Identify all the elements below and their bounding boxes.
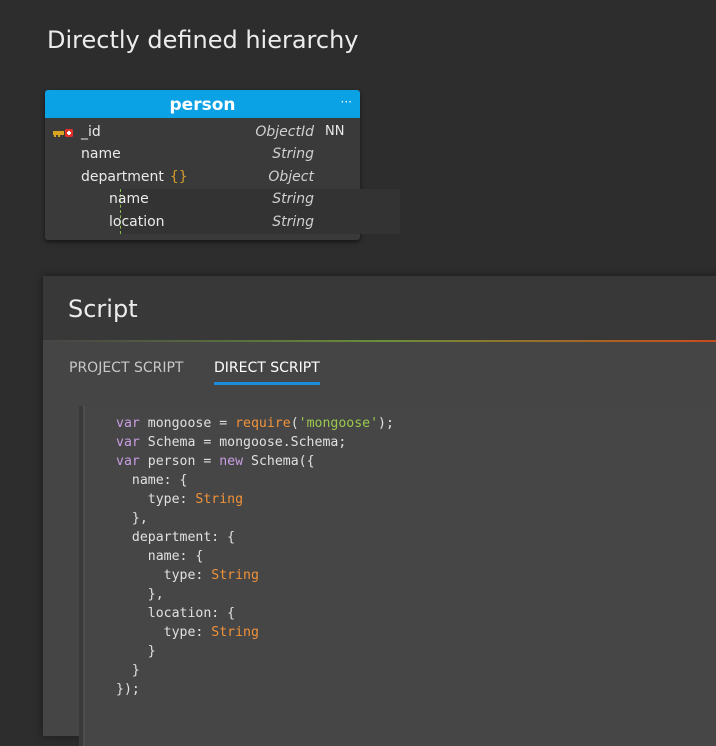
code-line: type: String xyxy=(116,492,244,507)
code-block[interactable]: var mongoose = require('mongoose'); var … xyxy=(116,414,394,699)
field-row-name[interactable]: name String xyxy=(45,143,360,165)
entity-title: person xyxy=(169,95,236,115)
more-options-icon[interactable]: ··· xyxy=(341,94,352,110)
code-line: department: { xyxy=(116,530,236,545)
script-header: Script xyxy=(43,276,716,340)
entity-header[interactable]: person ··· xyxy=(45,90,360,118)
tab-direct-script[interactable]: DIRECT SCRIPT xyxy=(214,360,320,385)
field-type: ObjectId xyxy=(255,124,314,140)
field-row-department[interactable]: department {} Object xyxy=(45,166,360,188)
script-panel: Script PROJECT SCRIPT DIRECT SCRIPT var … xyxy=(43,276,716,746)
field-type: String xyxy=(272,191,314,207)
code-line: }, xyxy=(116,587,164,602)
code-line: location: { xyxy=(116,606,236,621)
field-row-department-location[interactable]: location String xyxy=(45,211,360,233)
code-line: var person = new Schema({ xyxy=(116,454,315,469)
field-type: Object xyxy=(268,169,314,185)
field-name: department {} xyxy=(81,166,188,188)
code-line: var mongoose = require('mongoose'); xyxy=(116,416,394,431)
field-name: name xyxy=(109,191,149,207)
primary-key-icon xyxy=(53,129,73,137)
code-line: }, xyxy=(116,511,148,526)
tab-project-script[interactable]: PROJECT SCRIPT xyxy=(69,360,183,382)
code-line: name: { xyxy=(116,473,188,488)
code-line: }); xyxy=(116,682,140,697)
entity-card-person[interactable]: person ··· _id ObjectId NN name String d… xyxy=(45,90,400,240)
field-type: String xyxy=(272,146,314,162)
field-name-text: department xyxy=(81,169,164,185)
page-title: Directly defined hierarchy xyxy=(47,26,359,54)
code-gutter-border xyxy=(83,406,85,746)
field-row-department-name[interactable]: name String xyxy=(45,188,360,210)
field-row-id[interactable]: _id ObjectId NN xyxy=(45,121,360,143)
code-line: } xyxy=(116,644,156,659)
field-name: location xyxy=(109,214,165,230)
code-line: var Schema = mongoose.Schema; xyxy=(116,435,347,450)
code-line: type: String xyxy=(116,625,259,640)
field-name: _id xyxy=(81,124,101,140)
object-brace-icon: {} xyxy=(169,169,188,185)
header-divider xyxy=(43,340,716,342)
code-line: name: { xyxy=(116,549,204,564)
field-type: String xyxy=(272,214,314,230)
not-null-badge: NN xyxy=(325,124,345,139)
script-title: Script xyxy=(68,295,138,323)
code-line: } xyxy=(116,663,140,678)
field-name: name xyxy=(81,146,121,162)
code-editor[interactable]: var mongoose = require('mongoose'); var … xyxy=(79,406,716,746)
code-line: type: String xyxy=(116,568,259,583)
